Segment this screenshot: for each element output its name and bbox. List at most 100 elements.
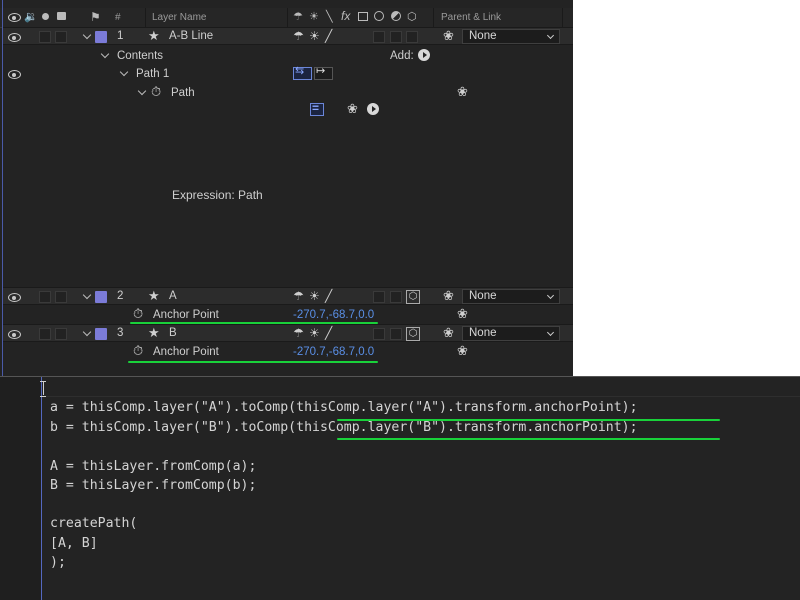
pick-whip-icon[interactable]: ❀ [443, 289, 455, 302]
contents-group-row[interactable]: Contents Add: [3, 47, 573, 65]
adjustment-layer-icon[interactable] [391, 11, 401, 21]
parent-dropdown[interactable]: None [462, 289, 560, 304]
contents-label[interactable]: Contents [117, 50, 163, 62]
editor-gutter [0, 377, 41, 600]
parent-link-column-header[interactable]: Parent & Link [441, 12, 501, 23]
anchor-point-value[interactable]: -270.7,-68.7,0.0 [293, 309, 374, 321]
contents-chevron-icon[interactable] [100, 49, 110, 59]
layer-row-2[interactable]: 2 ★ A ☂ ☀ ╱ ⬡ ❀ None [3, 287, 573, 305]
layer-number: 1 [117, 30, 124, 42]
pick-whip-icon[interactable]: ❀ [457, 344, 469, 357]
expression-controls-row: = ❀ [3, 101, 573, 119]
path1-label[interactable]: Path 1 [136, 68, 169, 80]
add-play-triangle [423, 52, 427, 58]
path-property-row[interactable]: ⏱ Path ❀ [3, 84, 573, 102]
shy-switch-icon[interactable]: ☂ [293, 326, 304, 340]
solo-switch[interactable] [39, 31, 51, 43]
motion-blur-icon[interactable] [374, 11, 384, 21]
layer-row-1[interactable]: 1 ★ A-B Line ☂ ☀ ╱ ❀ None [3, 27, 573, 45]
code-line-2[interactable]: b = thisComp.layer("B").toComp(thisComp.… [50, 420, 638, 435]
quality-switch-icon[interactable]: ╱ [325, 326, 332, 340]
solo-icon[interactable] [42, 13, 49, 20]
anchor-b-highlight-underline [128, 361, 378, 363]
layer-row-3[interactable]: 3 ★ B ☂ ☀ ╱ ⬡ ❀ None [3, 324, 573, 342]
pick-whip-icon[interactable]: ❀ [443, 29, 455, 42]
audio-icon[interactable]: 🔉 [24, 10, 38, 23]
layer-name[interactable]: B [169, 327, 177, 339]
video-visibility-icon[interactable] [8, 13, 21, 22]
chevron-down-icon [546, 291, 555, 300]
adjustment-switch[interactable] [390, 31, 402, 43]
stopwatch-icon[interactable]: ⏱ [133, 306, 143, 322]
lock-switch[interactable] [55, 328, 67, 340]
label-color-swatch[interactable] [95, 328, 107, 340]
label-color-swatch[interactable] [95, 31, 107, 43]
lock-icon[interactable] [57, 12, 66, 20]
3d-layer-icon[interactable]: ⬡ [407, 10, 417, 23]
layer-name-column-header[interactable]: Layer Name [152, 12, 206, 23]
anchor-point-label[interactable]: Anchor Point [153, 309, 219, 321]
layer-number: 2 [117, 290, 124, 302]
code-line-4[interactable]: A = thisLayer.fromComp(a); [50, 459, 256, 474]
collapse-switch-icon[interactable]: ☀ [309, 326, 320, 340]
code-line-5[interactable]: B = thisLayer.fromComp(b); [50, 478, 256, 493]
motion-blur-switch[interactable] [373, 291, 385, 303]
shy-switch-icon[interactable]: ☂ [293, 289, 304, 303]
quality-switch-icon[interactable]: ╱ [325, 29, 332, 43]
anchor-point-value[interactable]: -270.7,-68.7,0.0 [293, 346, 374, 358]
quality-icon[interactable]: ╲ [326, 10, 333, 23]
label-color-swatch[interactable] [95, 291, 107, 303]
code-line-1[interactable]: a = thisComp.layer("A").toComp(thisComp.… [50, 400, 638, 415]
path1-chevron-icon[interactable] [119, 67, 129, 77]
parent-dropdown[interactable]: None [462, 29, 560, 44]
visibility-eye-icon[interactable] [8, 33, 21, 42]
code-line-7[interactable]: createPath( [50, 516, 137, 531]
3d-cube-icon[interactable]: ⬡ [406, 290, 420, 304]
lock-switch[interactable] [55, 291, 67, 303]
path-label[interactable]: Path [171, 87, 195, 99]
layer-name[interactable]: A [169, 290, 177, 302]
motion-blur-switch[interactable] [373, 31, 385, 43]
3d-switch[interactable] [406, 31, 418, 43]
adjustment-switch[interactable] [390, 328, 402, 340]
path1-group-row[interactable]: Path 1 ⇆ ↦ [3, 65, 573, 83]
adjustment-switch[interactable] [390, 291, 402, 303]
path-direction-icon: ⇆ [295, 65, 305, 77]
shy-switch-icon[interactable]: ☂ [293, 29, 304, 43]
lock-switch[interactable] [55, 31, 67, 43]
3d-cube-icon[interactable]: ⬡ [406, 327, 420, 341]
visibility-eye-icon[interactable] [8, 293, 21, 302]
path-pick-whip-icon[interactable]: ❀ [457, 85, 469, 98]
expression-pick-whip-icon[interactable]: ❀ [347, 102, 359, 115]
parent-dropdown[interactable]: None [462, 326, 560, 341]
visibility-eye-icon[interactable] [8, 330, 21, 339]
editor-top-bar [42, 377, 800, 397]
collapse-switch-icon[interactable]: ☀ [309, 29, 320, 43]
anchor-point-row-b[interactable]: ⏱ Anchor Point -270.7,-68.7,0.0 ❀ [3, 343, 573, 361]
expand-chevron-icon[interactable] [82, 327, 92, 337]
anchor-point-label[interactable]: Anchor Point [153, 346, 219, 358]
motion-blur-switch[interactable] [373, 328, 385, 340]
code-line-9[interactable]: ); [50, 555, 66, 570]
label-tag-icon[interactable]: ⚑ [90, 10, 101, 24]
solo-switch[interactable] [39, 328, 51, 340]
stopwatch-icon[interactable]: ⏱ [133, 343, 143, 359]
effects-icon[interactable]: fx [341, 9, 350, 23]
collapse-switch-icon[interactable]: ☀ [309, 289, 320, 303]
expression-editor[interactable]: a = thisComp.layer("A").toComp(thisComp.… [0, 376, 800, 600]
code-line-8[interactable]: [A, B] [50, 536, 98, 551]
stopwatch-icon[interactable]: ⏱ [151, 84, 161, 100]
number-column-header[interactable]: # [115, 12, 121, 23]
expand-chevron-icon[interactable] [82, 30, 92, 40]
path1-visibility-eye-icon[interactable] [8, 70, 21, 79]
path-chevron-icon[interactable] [137, 86, 147, 96]
frame-blend-icon[interactable] [358, 12, 368, 21]
pick-whip-icon[interactable]: ❀ [443, 326, 455, 339]
shy-icon[interactable]: ☂ [293, 10, 303, 23]
layer-name[interactable]: A-B Line [169, 30, 213, 42]
collapse-icon[interactable]: ☀ [309, 10, 319, 23]
pick-whip-icon[interactable]: ❀ [457, 307, 469, 320]
solo-switch[interactable] [39, 291, 51, 303]
expand-chevron-icon[interactable] [82, 290, 92, 300]
quality-switch-icon[interactable]: ╱ [325, 289, 332, 303]
